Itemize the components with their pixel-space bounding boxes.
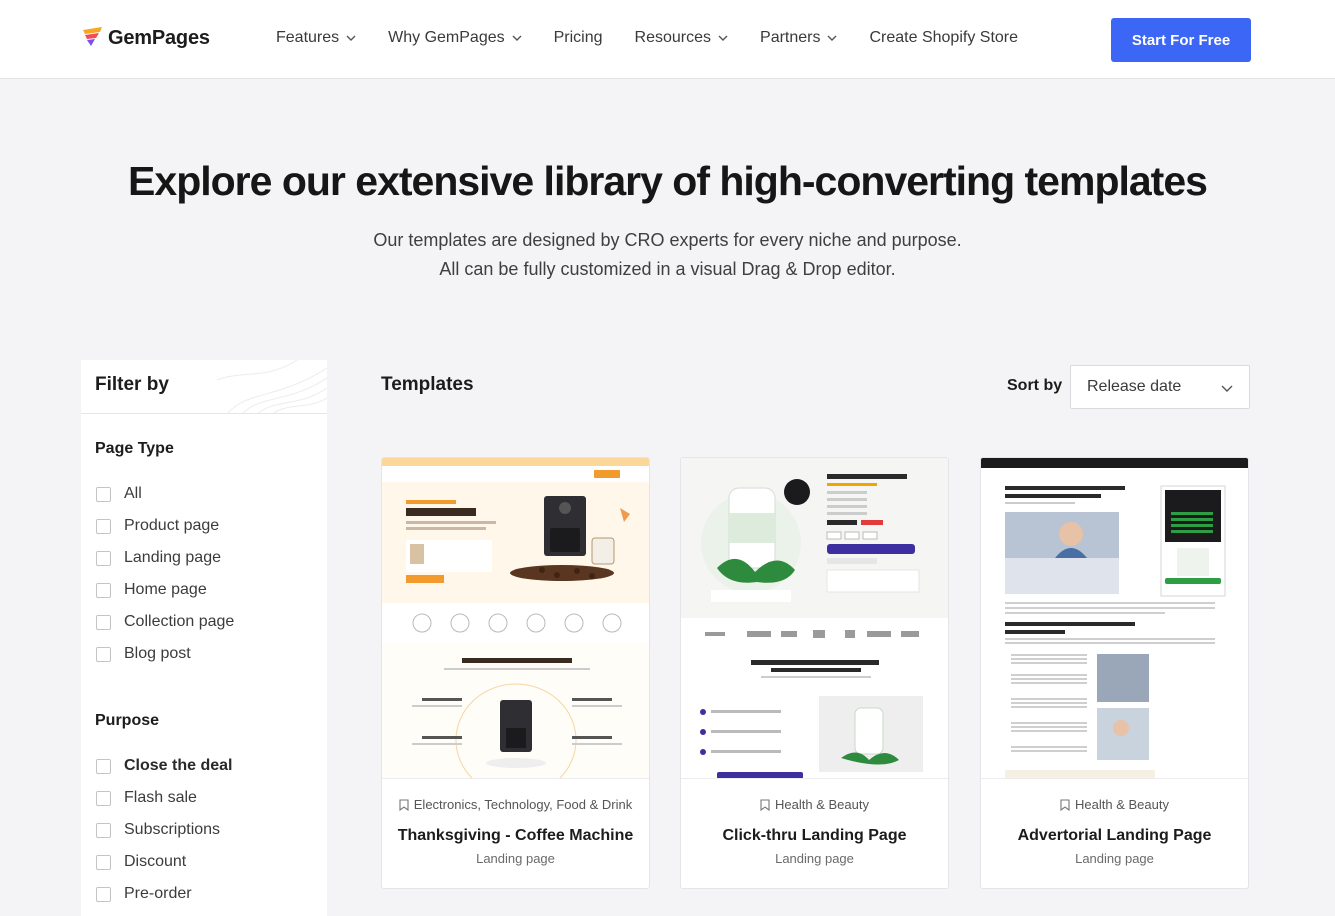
option-label: All [124,485,142,502]
card-page-type: Landing page [476,851,555,866]
filter-option-product-page[interactable]: Product page [81,510,327,542]
bookmark-icon [399,798,409,811]
filter-option-subscriptions[interactable]: Subscriptions [81,814,327,846]
bookmark-icon [1060,798,1070,811]
sort-value: Release date [1087,378,1182,395]
logo-text: GemPages [108,26,210,49]
checkbox[interactable] [96,614,111,630]
thumbnail-preview-image [981,458,1248,778]
template-card[interactable]: Health & Beauty Advertorial Landing Page… [980,457,1249,889]
option-label: Subscriptions [124,821,221,838]
card-meta: Health & Beauty Click-thru Landing Page … [681,797,948,866]
option-label: Flash sale [124,789,197,806]
filter-option-collection-page[interactable]: Collection page [81,606,327,638]
template-thumbnail[interactable] [681,458,948,779]
menu-label: Why GemPages [388,29,505,46]
checkbox[interactable] [96,486,111,502]
filter-option-all[interactable]: All [81,478,327,510]
thumbnail-preview-image [681,458,948,778]
card-meta: Health & Beauty Advertorial Landing Page… [981,797,1248,866]
menu-features[interactable]: Features [276,29,356,47]
option-label: Discount [124,853,187,870]
card-meta: Electronics, Technology, Food & Drink Th… [382,797,649,866]
hero-subtitle: Our templates are designed by CRO expert… [0,226,1335,284]
filter-option-flash-sale[interactable]: Flash sale [81,782,327,814]
decorative-pattern-icon [217,360,327,413]
template-thumbnail[interactable] [382,458,649,779]
option-label: Home page [124,581,207,598]
menu-label: Pricing [553,29,603,46]
card-category: Health & Beauty [981,797,1248,812]
filter-option-close-the-deal[interactable]: Close the deal [81,750,327,782]
card-title[interactable]: Thanksgiving - Coffee Machine [382,827,649,845]
menu-label: Features [276,29,340,46]
chevron-down-icon [827,35,837,41]
checkbox[interactable] [96,550,111,566]
menu-resources[interactable]: Resources [635,29,728,47]
option-label: Collection page [124,613,235,630]
menu-partners[interactable]: Partners [760,29,837,47]
top-navbar: GemPages Features Why GemPages Pricing R… [0,0,1335,79]
checkbox[interactable] [96,518,111,534]
filter-option-discount[interactable]: Discount [81,846,327,878]
checkbox[interactable] [96,822,111,838]
checkbox[interactable] [96,758,111,774]
bookmark-icon [760,798,770,811]
menu-create-shopify-store[interactable]: Create Shopify Store [869,29,1018,47]
filter-header: Filter by [81,360,327,414]
card-title[interactable]: Advertorial Landing Page [981,827,1248,845]
chevron-down-icon [346,35,356,41]
hero-subtitle-line: Our templates are designed by CRO expert… [373,230,962,250]
gempages-logo-icon [83,27,102,46]
filter-title: Filter by [95,374,169,395]
option-label: Landing page [124,549,221,566]
chevron-down-icon [512,35,522,41]
template-card[interactable]: Health & Beauty Click-thru Landing Page … [680,457,949,889]
menu-label: Resources [634,29,712,46]
menu-pricing[interactable]: Pricing [554,29,603,47]
filter-sidebar: Filter by Page Type All Product page Lan… [81,360,327,916]
chevron-down-icon [1221,385,1233,392]
menu-label: Partners [760,29,821,46]
chevron-down-icon [718,35,728,41]
thumbnail-preview-image [382,458,649,778]
hero-subtitle-line: All can be fully customized in a visual … [439,259,896,279]
page-type-group-title: Page Type [95,440,174,457]
filter-option-home-page[interactable]: Home page [81,574,327,606]
card-category-label: Health & Beauty [775,797,869,812]
card-category-label: Health & Beauty [1075,797,1169,812]
filter-option-landing-page[interactable]: Landing page [81,542,327,574]
menu-why-gempages[interactable]: Why GemPages [388,29,522,47]
template-card[interactable]: Electronics, Technology, Food & Drink Th… [381,457,650,889]
gempages-logo[interactable]: GemPages [82,26,210,50]
card-title[interactable]: Click-thru Landing Page [681,827,948,845]
purpose-group-title: Purpose [95,712,160,729]
option-label: Close the deal [124,757,233,774]
filter-option-pre-order[interactable]: Pre-order [81,878,327,910]
card-category-label: Electronics, Technology, Food & Drink [413,797,633,812]
sort-label: Sort by [1007,377,1063,394]
card-category: Health & Beauty [681,797,948,812]
sort-select[interactable]: Release date [1070,365,1250,409]
filter-option-blog-post[interactable]: Blog post [81,638,327,670]
checkbox[interactable] [96,790,111,806]
card-page-type: Landing page [775,851,854,866]
checkbox[interactable] [96,582,111,598]
main-menu: Features Why GemPages Pricing Resources … [276,29,1050,47]
hero-title: Explore our extensive library of high-co… [128,158,1208,204]
checkbox[interactable] [96,854,111,870]
card-page-type: Landing page [1075,851,1154,866]
option-label: Pre-order [124,885,192,902]
card-category: Electronics, Technology, Food & Drink [382,797,649,812]
start-for-free-button[interactable]: Start For Free [1111,18,1251,62]
template-thumbnail[interactable] [981,458,1248,779]
menu-label: Create Shopify Store [869,29,1019,46]
checkbox[interactable] [96,886,111,902]
templates-title: Templates [381,374,474,395]
checkbox[interactable] [96,646,111,662]
option-label: Product page [124,517,220,534]
option-label: Blog post [124,645,191,662]
